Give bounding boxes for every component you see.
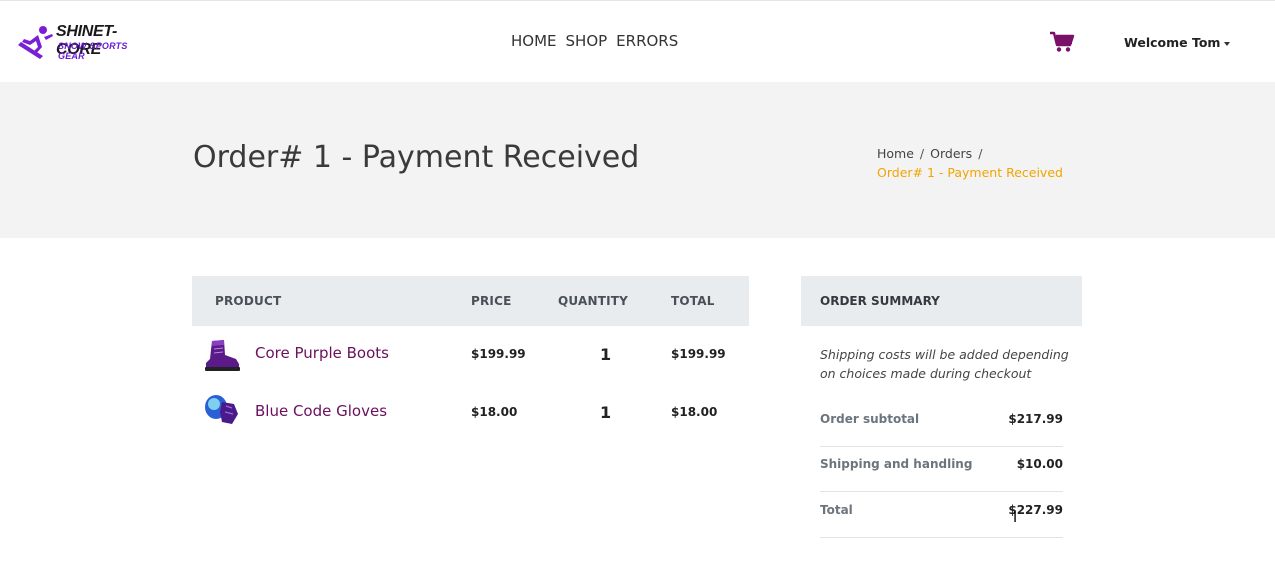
header-quantity: QUANTITY — [558, 294, 629, 308]
top-header: SHINET-CORE SNOW SPORTS GEAR HOME SHOP E… — [0, 0, 1275, 82]
breadcrumb-home[interactable]: Home — [877, 146, 914, 161]
summary-line-total: Total $227.99 — [820, 493, 1063, 538]
snowboarder-icon — [18, 26, 53, 59]
order-summary: ORDER SUMMARY Shipping costs will be add… — [801, 276, 1082, 538]
order-items-table: PRODUCT PRICE QUANTITY TOTAL Core Purple… — [192, 276, 749, 442]
boot-icon[interactable] — [202, 337, 242, 373]
summary-line-shipping: Shipping and handling $10.00 — [820, 447, 1063, 492]
summary-label: Order subtotal — [820, 412, 920, 426]
breadcrumb-current: Order# 1 - Payment Received — [877, 165, 1063, 180]
summary-value: $217.99 — [1008, 412, 1063, 426]
breadcrumb-orders[interactable]: Orders — [930, 146, 972, 161]
header-price: PRICE — [471, 294, 512, 308]
text-cursor-icon: I — [1013, 510, 1018, 526]
summary-value: $10.00 — [1016, 457, 1063, 471]
product-total: $18.00 — [671, 405, 718, 419]
page-title: Order# 1 - Payment Received — [193, 140, 640, 175]
product-total: $199.99 — [671, 347, 726, 361]
summary-header: ORDER SUMMARY — [801, 276, 1082, 326]
product-price: $199.99 — [471, 347, 526, 361]
product-quantity: 1 — [600, 403, 612, 422]
table-row: Core Purple Boots $199.99 1 $199.99 — [192, 326, 749, 384]
user-menu-toggle[interactable]: Welcome Tom — [1124, 35, 1231, 50]
header-product: PRODUCT — [215, 294, 282, 308]
caret-down-icon — [1224, 41, 1231, 46]
table-header: PRODUCT PRICE QUANTITY TOTAL — [192, 276, 749, 326]
summary-title: ORDER SUMMARY — [820, 294, 940, 308]
main-nav: HOME SHOP ERRORS — [511, 32, 678, 50]
brand-tagline: SNOW SPORTS GEAR — [58, 41, 128, 61]
breadcrumb: Home / Orders / Order# 1 - Payment Received — [877, 144, 1063, 182]
gloves-icon[interactable] — [202, 392, 242, 428]
header-total: TOTAL — [671, 294, 715, 308]
summary-label: Shipping and handling — [820, 457, 973, 471]
product-price: $18.00 — [471, 405, 518, 419]
page-banner: Order# 1 - Payment Received Home / Orders /… — [0, 82, 1275, 238]
nav-errors[interactable]: ERRORS — [616, 32, 678, 50]
product-link[interactable]: Core Purple Boots — [255, 344, 389, 362]
brand-logo[interactable]: SHINET-CORE SNOW SPORTS GEAR — [16, 21, 156, 63]
product-quantity: 1 — [600, 345, 612, 364]
breadcrumb-separator: / — [919, 146, 925, 161]
welcome-label: Welcome Tom — [1124, 35, 1221, 50]
nav-home[interactable]: HOME — [511, 32, 557, 50]
product-link[interactable]: Blue Code Gloves — [255, 402, 387, 420]
cart-icon[interactable] — [1049, 31, 1075, 53]
summary-label: Total — [820, 503, 853, 517]
breadcrumb-separator: / — [978, 146, 983, 161]
table-row: Blue Code Gloves $18.00 1 $18.00 — [192, 384, 749, 442]
nav-shop[interactable]: SHOP — [566, 32, 608, 50]
summary-line-subtotal: Order subtotal $217.99 — [820, 402, 1063, 447]
shipping-note: Shipping costs will be added depending o… — [820, 347, 1069, 381]
